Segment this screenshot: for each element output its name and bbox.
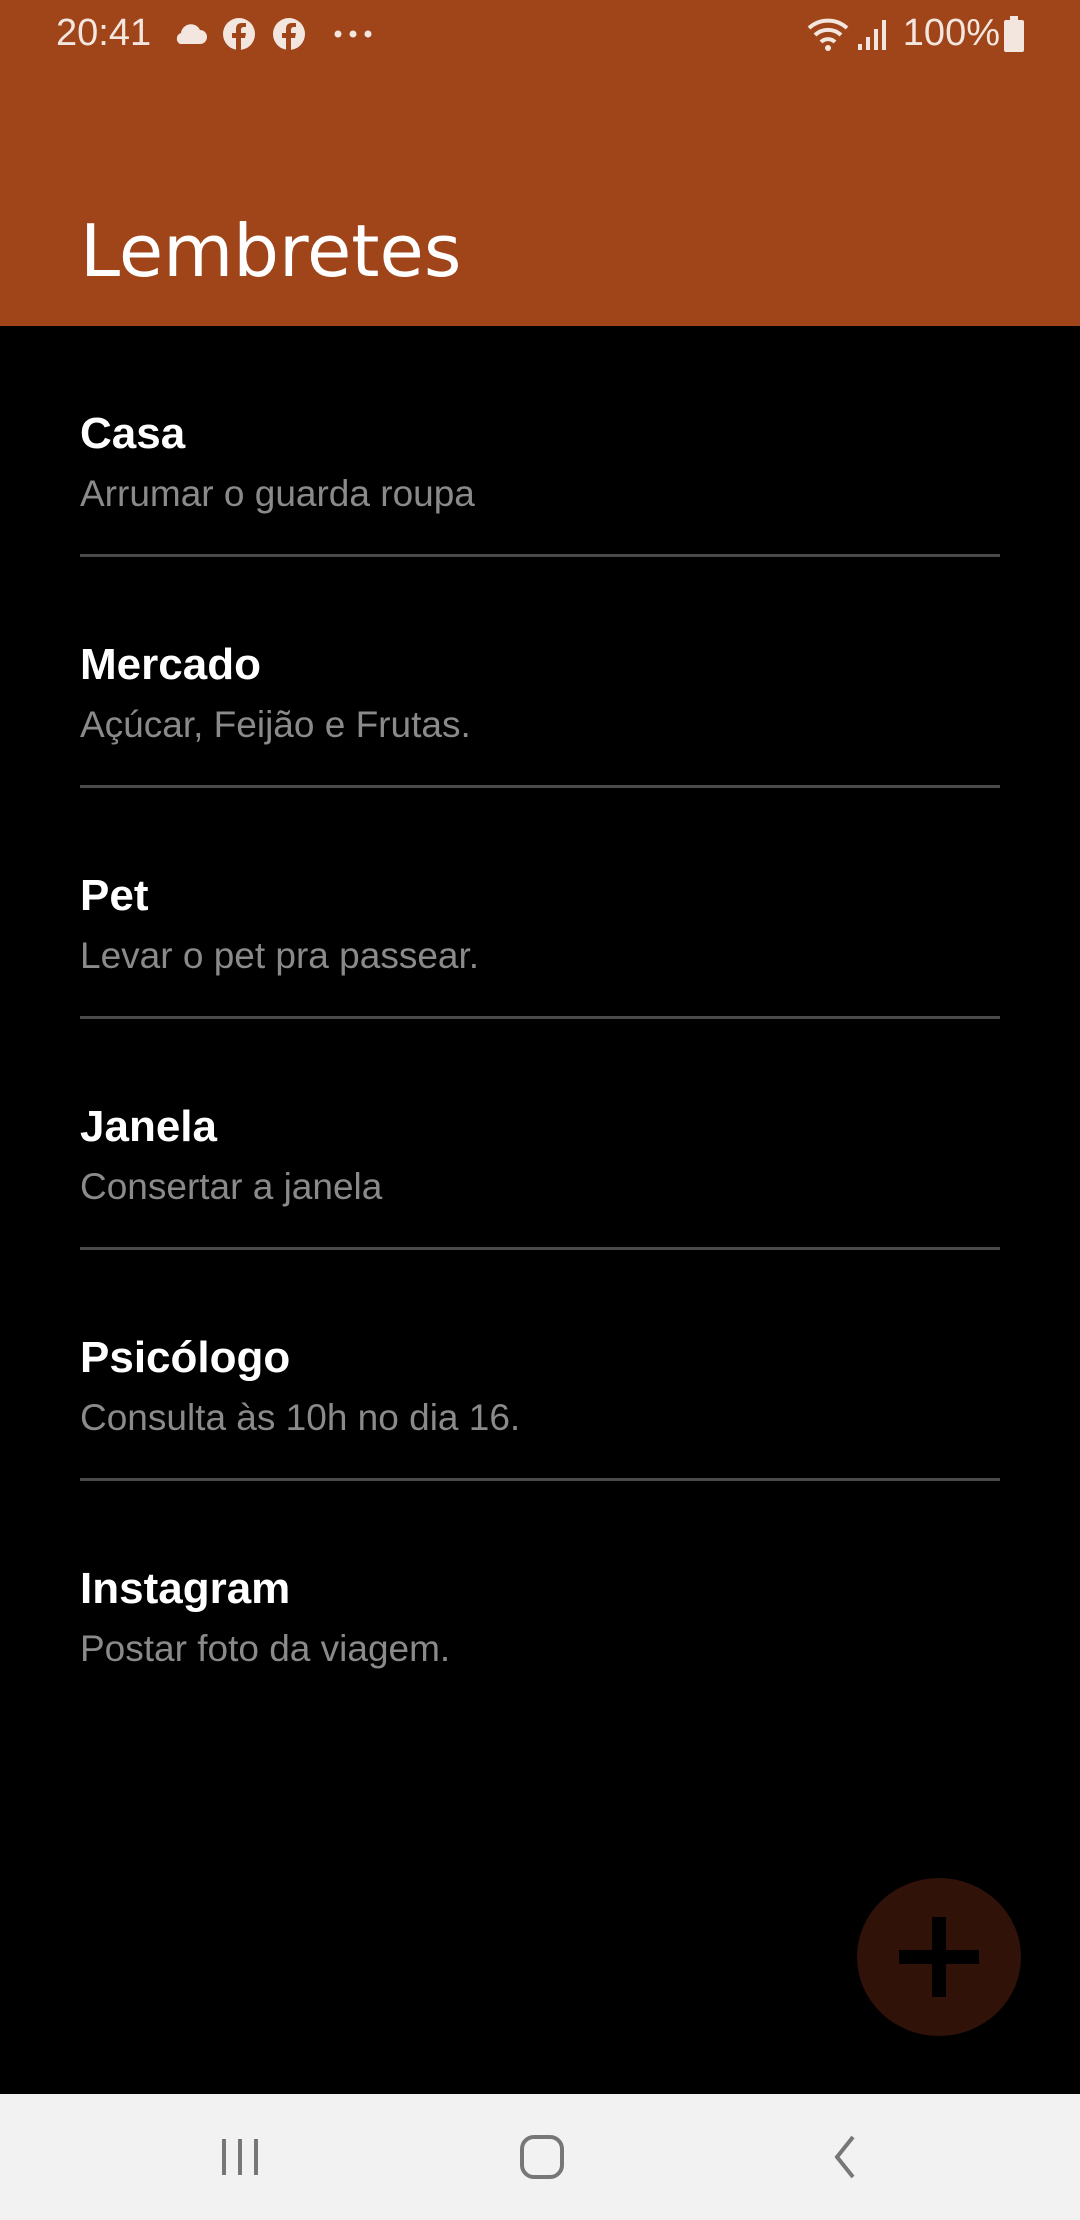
list-item[interactable]: Instagram Postar foto da viagem. [80, 1481, 1000, 1709]
home-button[interactable] [502, 2124, 582, 2190]
reminder-description: Consulta às 10h no dia 16. [80, 1397, 521, 1438]
list-item[interactable]: Psicólogo Consulta às 10h no dia 16. [80, 1250, 1000, 1478]
plus-icon [899, 1917, 979, 1997]
signal-icon [858, 20, 886, 50]
page-title: Lembretes [80, 209, 462, 293]
add-reminder-button[interactable] [857, 1878, 1021, 2036]
recent-apps-button[interactable] [200, 2124, 280, 2190]
status-bar: 20:41 100% [0, 0, 1080, 66]
battery-icon [1004, 16, 1024, 52]
list-item[interactable]: Casa Arrumar o guarda roupa [80, 326, 1000, 554]
list-item[interactable]: Pet Levar o pet pra passear. [80, 788, 1000, 1016]
home-icon [520, 2135, 564, 2179]
reminder-description: Consertar a janela [80, 1166, 383, 1207]
app-header: 20:41 100% Lembretes [0, 0, 1080, 326]
reminder-description: Arrumar o guarda roupa [80, 473, 475, 514]
reminder-title: Janela [80, 1102, 217, 1151]
back-button[interactable] [805, 2124, 885, 2190]
reminder-title: Pet [80, 871, 149, 920]
reminder-description: Levar o pet pra passear. [80, 935, 480, 976]
list-item[interactable]: Janela Consertar a janela [80, 1019, 1000, 1247]
navigation-bar [0, 2094, 1080, 2220]
more-dots-icon [334, 30, 372, 38]
battery-percent: 100% [902, 12, 1000, 54]
reminder-description: Postar foto da viagem. [80, 1628, 451, 1669]
wifi-icon [807, 18, 849, 51]
reminder-description: Açúcar, Feijão e Frutas. [80, 704, 471, 745]
cloud-icon [176, 24, 207, 44]
recent-apps-icon [222, 2139, 258, 2175]
facebook-icon [223, 18, 255, 50]
reminders-screen: 20:41 100% Lembretes Casa Arrumar o guar… [0, 0, 1080, 2220]
reminder-title: Psicólogo [80, 1333, 291, 1382]
reminder-title: Casa [80, 409, 186, 458]
facebook-icon [273, 18, 305, 50]
list-item[interactable]: Mercado Açúcar, Feijão e Frutas. [80, 557, 1000, 785]
reminders-list: Casa Arrumar o guarda roupa Mercado Açúc… [0, 326, 1080, 1709]
reminder-title: Instagram [80, 1564, 291, 1613]
reminder-title: Mercado [80, 640, 261, 689]
status-time: 20:41 [56, 12, 152, 54]
back-icon [834, 2135, 855, 2179]
